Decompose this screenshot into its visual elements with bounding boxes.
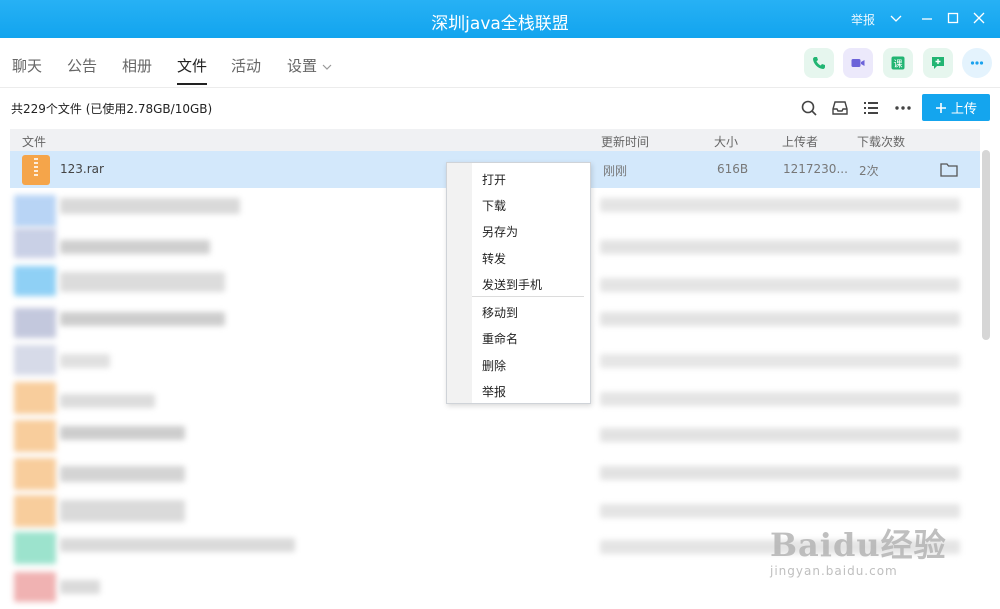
context-menu: 打开 下载 另存为 转发 发送到手机 移动到 重命名 删除 举报 (446, 162, 591, 404)
file-size: 616B (717, 162, 749, 176)
file-name: 123.rar (60, 162, 104, 176)
file-updated: 刚刚 (603, 164, 628, 178)
plus-icon (935, 102, 946, 113)
watermark-url: jingyan.baidu.com (770, 564, 898, 578)
menu-separator (472, 296, 584, 297)
column-uploader[interactable]: 上传者 (782, 133, 818, 150)
menu-item-move-to[interactable]: 移动到 (482, 304, 518, 321)
file-summary: 共229个文件 (已使用2.78GB/10GB) (11, 102, 213, 116)
tab-settings[interactable]: 设置 (287, 55, 333, 85)
dropdown-icon[interactable] (887, 9, 905, 27)
phone-icon (813, 57, 825, 69)
chevron-down-icon (322, 64, 332, 70)
upload-label: 上传 (950, 102, 977, 117)
close-icon[interactable] (970, 9, 988, 27)
list-view-icon[interactable] (862, 99, 880, 117)
inbox-icon[interactable] (831, 99, 849, 117)
window-title: 深圳java全栈联盟 (431, 14, 569, 34)
scrollbar[interactable] (982, 150, 990, 340)
file-downloads: 2次 (859, 164, 879, 178)
add-note-icon (932, 57, 944, 69)
more-apps-button[interactable] (962, 48, 992, 78)
menu-item-save-as[interactable]: 另存为 (482, 223, 518, 240)
column-downloads[interactable]: 下载次数 (857, 133, 905, 150)
search-icon[interactable] (800, 99, 818, 117)
svg-text:课: 课 (893, 59, 902, 70)
column-name[interactable]: 文件 (22, 133, 46, 150)
more-icon (970, 61, 984, 65)
tab-activity[interactable]: 活动 (231, 55, 261, 85)
archive-file-icon (22, 155, 50, 185)
menu-item-delete[interactable]: 删除 (482, 357, 506, 374)
watermark-brand: Baidu经验 (770, 526, 947, 564)
tab-bar: 聊天 公告 相册 文件 活动 设置 课 (0, 38, 1000, 88)
file-table-header: 文件 更新时间 大小 上传者 下载次数 (10, 129, 980, 151)
title-bar: 深圳java全栈联盟 举报 (0, 0, 1000, 38)
tab-album[interactable]: 相册 (122, 55, 152, 85)
column-size[interactable]: 大小 (714, 133, 738, 150)
phone-button[interactable] (804, 48, 834, 78)
menu-item-open[interactable]: 打开 (482, 171, 506, 188)
baidu-watermark: Baidu经验 jingyan.baidu.com (770, 520, 947, 578)
file-toolbar: 共229个文件 (已使用2.78GB/10GB) 上传 (0, 88, 1000, 128)
course-button[interactable]: 课 (883, 48, 913, 78)
folder-icon[interactable] (940, 162, 958, 177)
tab-files[interactable]: 文件 (177, 55, 208, 85)
menu-item-download[interactable]: 下载 (482, 197, 506, 214)
menu-item-rename[interactable]: 重命名 (482, 330, 518, 347)
tab-announcement[interactable]: 公告 (67, 55, 97, 85)
column-updated[interactable]: 更新时间 (601, 133, 649, 150)
menu-item-report[interactable]: 举报 (482, 383, 506, 400)
maximize-icon[interactable] (944, 9, 962, 27)
minimize-icon[interactable] (918, 9, 936, 27)
menu-item-forward[interactable]: 转发 (482, 250, 506, 267)
course-icon: 课 (891, 56, 905, 70)
tab-chat[interactable]: 聊天 (12, 55, 42, 85)
tab-settings-label: 设置 (287, 57, 318, 75)
menu-item-send-to-phone[interactable]: 发送到手机 (482, 276, 542, 293)
file-uploader: 1217230... (783, 162, 848, 176)
video-button[interactable] (843, 48, 873, 78)
report-link[interactable]: 举报 (851, 11, 875, 28)
upload-button[interactable]: 上传 (922, 94, 990, 121)
more-options-icon[interactable] (894, 99, 912, 117)
video-icon (851, 59, 865, 67)
add-note-button[interactable] (923, 48, 953, 78)
